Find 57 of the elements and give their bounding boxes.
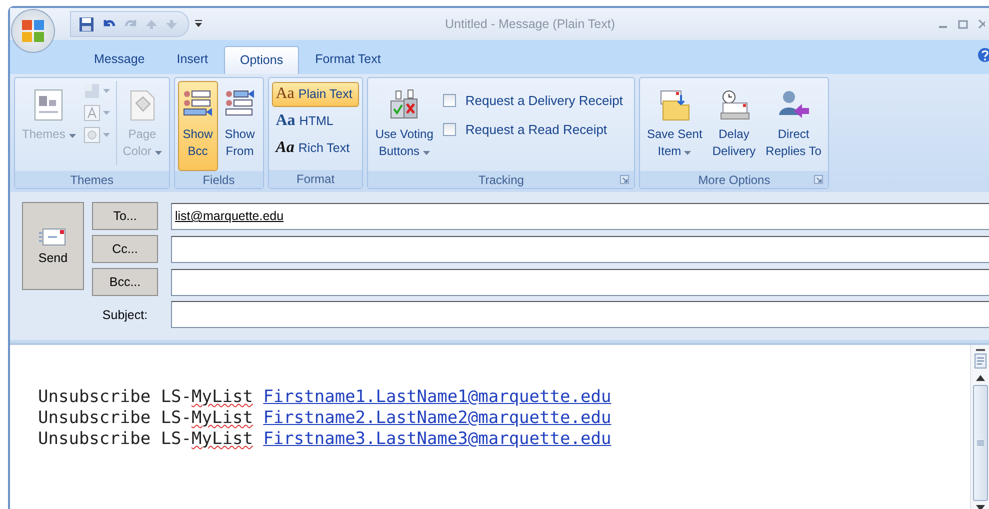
group-label: Format — [296, 172, 335, 186]
ribbon-button[interactable]: Save Sent Item — [642, 81, 706, 171]
address-button[interactable]: To... — [92, 202, 158, 230]
address-field[interactable] — [171, 236, 989, 262]
message-line: Unsubscribe LS-MyList Firstname3.LastName3@marquette.edu — [38, 429, 612, 450]
window-title: Untitled - Message (Plain Text) — [444, 17, 616, 31]
ribbon-button[interactable]: Direct Replies To — [762, 81, 826, 171]
message-line: Unsubscribe LS-MyList Firstname1.LastName1@marquette.edu — [38, 387, 612, 408]
group-label: Themes — [70, 172, 114, 186]
email-link[interactable]: Firstname2.LastName2@marquette.edu — [263, 408, 612, 428]
ribbon-button[interactable]: Delay Delivery — [708, 81, 760, 171]
format-option[interactable]: Aa Plain Text — [272, 82, 360, 107]
font-icon — [84, 105, 100, 121]
scrollbar[interactable] — [970, 345, 989, 509]
scroll-thumb[interactable] — [972, 385, 988, 501]
format-option[interactable]: Aa Rich Text — [272, 136, 360, 161]
clock-envelope-icon — [718, 89, 750, 121]
ballot-boxes-icon — [388, 89, 420, 121]
customize-caret-icon[interactable] — [195, 20, 202, 28]
send-button[interactable]: Send — [22, 202, 84, 290]
group-label: More Options — [698, 172, 770, 186]
maximize-icon[interactable] — [958, 19, 968, 29]
close-icon[interactable] — [978, 19, 985, 29]
dialog-launcher-icon[interactable] — [814, 175, 824, 184]
subject-label: Subject: — [101, 308, 149, 322]
envelope-icon — [39, 227, 67, 247]
person-arrow-icon — [778, 89, 810, 121]
ribbon-tab[interactable]: Message — [78, 45, 161, 74]
checkbox[interactable]: Request a Delivery Receipt — [443, 93, 623, 108]
office-logo-icon — [21, 19, 45, 43]
format-option[interactable]: Aa HTML — [272, 109, 360, 134]
split-view-icon[interactable] — [974, 349, 986, 371]
effects-icon — [84, 127, 100, 143]
address-button[interactable]: Cc... — [92, 235, 158, 263]
checkbox[interactable]: Request a Read Receipt — [443, 122, 623, 137]
office-button[interactable] — [12, 10, 54, 52]
help-icon[interactable] — [975, 47, 989, 63]
ribbon-button[interactable]: Show From — [220, 81, 260, 171]
email-link[interactable]: Firstname3.LastName3@marquette.edu — [263, 429, 612, 449]
address-button[interactable]: Bcc... — [92, 268, 158, 296]
group-label: Tracking — [478, 172, 524, 186]
group-label: Fields — [202, 172, 235, 186]
message-line: Unsubscribe LS-MyList Firstname2.LastName2@marquette.edu — [38, 408, 612, 429]
ribbon-tab[interactable]: Format Text — [299, 45, 397, 74]
ribbon-button[interactable]: Use Voting Buttons — [371, 81, 438, 171]
subject-field[interactable] — [171, 301, 989, 328]
theme-page-icon — [34, 89, 64, 121]
ribbon-button[interactable]: Show Bcc — [178, 81, 218, 171]
email-link[interactable]: Firstname1.LastName1@marquette.edu — [263, 387, 612, 407]
dialog-launcher-icon[interactable] — [620, 175, 629, 184]
address-field[interactable]: list@marquette.edu — [171, 202, 989, 230]
ribbon-tab[interactable]: Options — [224, 46, 300, 74]
save-icon[interactable] — [79, 16, 94, 32]
scroll-up-icon[interactable] — [976, 375, 984, 381]
address-field[interactable] — [171, 268, 989, 296]
ribbon-tab[interactable]: Insert — [160, 45, 224, 74]
folder-envelope-icon — [658, 89, 691, 121]
